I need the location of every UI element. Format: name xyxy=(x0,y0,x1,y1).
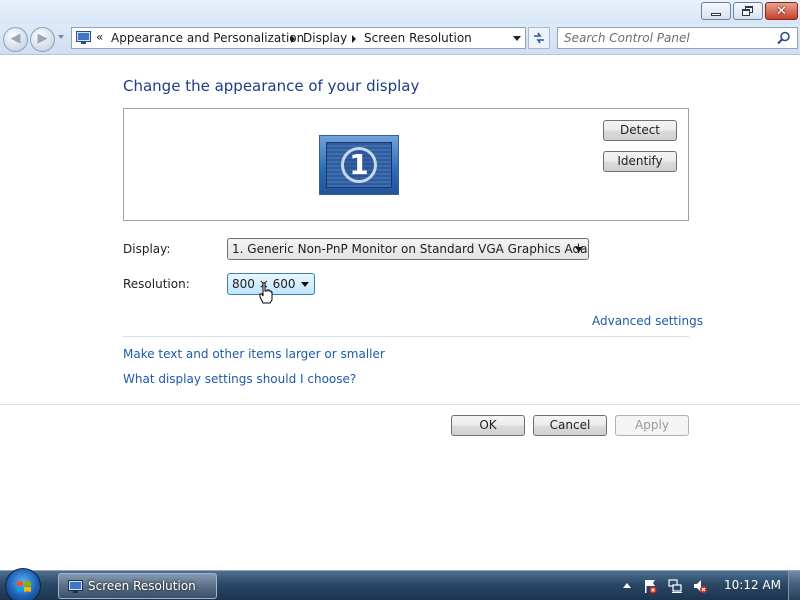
close-icon: ✕ xyxy=(776,3,787,19)
forward-button[interactable]: ▶ xyxy=(30,27,55,52)
taskbar-clock[interactable]: 10:12 AM xyxy=(724,578,781,592)
divider xyxy=(123,336,689,337)
monitor-arrangement-panel: 1 Detect Identify xyxy=(123,108,689,221)
address-history-dropdown-icon[interactable] xyxy=(513,36,521,41)
taskbar: Screen Resolution 10:12 AM xyxy=(0,568,800,600)
monitor-number-badge: 1 xyxy=(341,147,377,183)
minimize-button[interactable] xyxy=(701,2,731,20)
back-button[interactable]: ◀ xyxy=(3,27,28,52)
breadcrumb-appearance[interactable]: Appearance and Personalization xyxy=(111,31,304,45)
advanced-settings-link[interactable]: Advanced settings xyxy=(592,314,703,328)
display-select-value: 1. Generic Non-PnP Monitor on Standard V… xyxy=(232,242,589,256)
search-icon[interactable] xyxy=(777,31,791,45)
network-icon[interactable] xyxy=(667,578,683,594)
footer-divider xyxy=(0,404,800,405)
chevron-down-icon xyxy=(575,247,583,252)
display-select[interactable]: 1. Generic Non-PnP Monitor on Standard V… xyxy=(227,238,589,260)
cancel-button[interactable]: Cancel xyxy=(533,415,607,436)
hand-cursor-icon xyxy=(259,282,273,304)
forward-arrow-icon: ▶ xyxy=(37,31,48,46)
display-label: Display: xyxy=(123,242,171,256)
breadcrumb-screen-resolution[interactable]: Screen Resolution xyxy=(364,31,472,45)
detect-button[interactable]: Detect xyxy=(603,120,677,141)
chevron-down-icon xyxy=(301,282,309,287)
resolution-label: Resolution: xyxy=(123,277,190,291)
back-arrow-icon: ◀ xyxy=(10,31,21,46)
navigation-bar: ◀ ▶ « Appearance and Personalization Dis… xyxy=(0,24,800,55)
restore-icon xyxy=(742,6,754,16)
breadcrumb-separator-icon[interactable] xyxy=(291,35,295,43)
address-bar[interactable]: « Appearance and Personalization Display… xyxy=(71,27,526,49)
breadcrumb-display[interactable]: Display xyxy=(303,31,347,45)
breadcrumb-overflow-chevron[interactable]: « xyxy=(96,30,103,44)
taskbar-button-label: Screen Resolution xyxy=(88,579,196,593)
refresh-button[interactable] xyxy=(528,27,550,49)
search-input[interactable] xyxy=(564,30,769,46)
close-button[interactable]: ✕ xyxy=(765,2,798,20)
display-help-link[interactable]: What display settings should I choose? xyxy=(123,372,356,386)
ok-button[interactable]: OK xyxy=(451,415,525,436)
monitor-1-thumbnail[interactable]: 1 xyxy=(319,135,399,195)
apply-button[interactable]: Apply xyxy=(615,415,689,436)
action-center-flag-icon[interactable] xyxy=(642,578,658,594)
volume-muted-icon[interactable] xyxy=(692,578,708,594)
control-panel-icon xyxy=(76,31,91,44)
taskbar-button-screen-resolution[interactable]: Screen Resolution xyxy=(58,573,217,599)
identify-button[interactable]: Identify xyxy=(603,151,677,172)
control-panel-icon xyxy=(68,580,83,593)
windows-logo-icon xyxy=(17,581,31,592)
show-desktop-button[interactable] xyxy=(788,571,800,600)
show-hidden-icons-button[interactable] xyxy=(623,583,631,588)
monitor-screen: 1 xyxy=(326,142,392,188)
restore-button[interactable] xyxy=(733,2,763,20)
search-box[interactable] xyxy=(557,27,798,49)
text-size-link[interactable]: Make text and other items larger or smal… xyxy=(123,347,385,361)
window-titlebar: ✕ xyxy=(0,0,800,24)
start-button[interactable] xyxy=(5,568,41,600)
refresh-icon xyxy=(534,32,544,44)
page-title: Change the appearance of your display xyxy=(123,77,420,95)
breadcrumb-separator-icon[interactable] xyxy=(352,35,356,43)
recent-pages-dropdown-icon[interactable] xyxy=(58,35,64,39)
minimize-icon xyxy=(711,12,721,16)
